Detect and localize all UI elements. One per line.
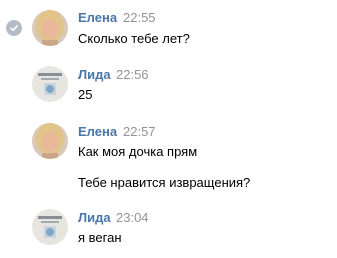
message-text: я веган <box>78 230 122 245</box>
message-time[interactable]: 22:56 <box>116 67 149 82</box>
avatar[interactable] <box>32 10 68 46</box>
message-text: Как моя дочка прям <box>78 144 198 159</box>
avatar[interactable] <box>32 209 68 245</box>
message-text: 25 <box>78 87 93 102</box>
check-icon <box>6 20 22 36</box>
message-time[interactable]: 22:55 <box>123 10 156 25</box>
author-name[interactable]: Лида <box>78 67 111 82</box>
author-name[interactable]: Елена <box>78 124 117 139</box>
avatar[interactable] <box>32 66 68 102</box>
avatar[interactable] <box>32 123 68 159</box>
message-time[interactable]: 23:04 <box>116 210 149 225</box>
author-name[interactable]: Лида <box>78 210 111 225</box>
message-text: Сколько тебе лет? <box>78 31 190 46</box>
author-name[interactable]: Елена <box>78 10 117 25</box>
message-time[interactable]: 22:57 <box>123 124 156 139</box>
message-text: Тебе нравится извращения? <box>78 175 251 190</box>
